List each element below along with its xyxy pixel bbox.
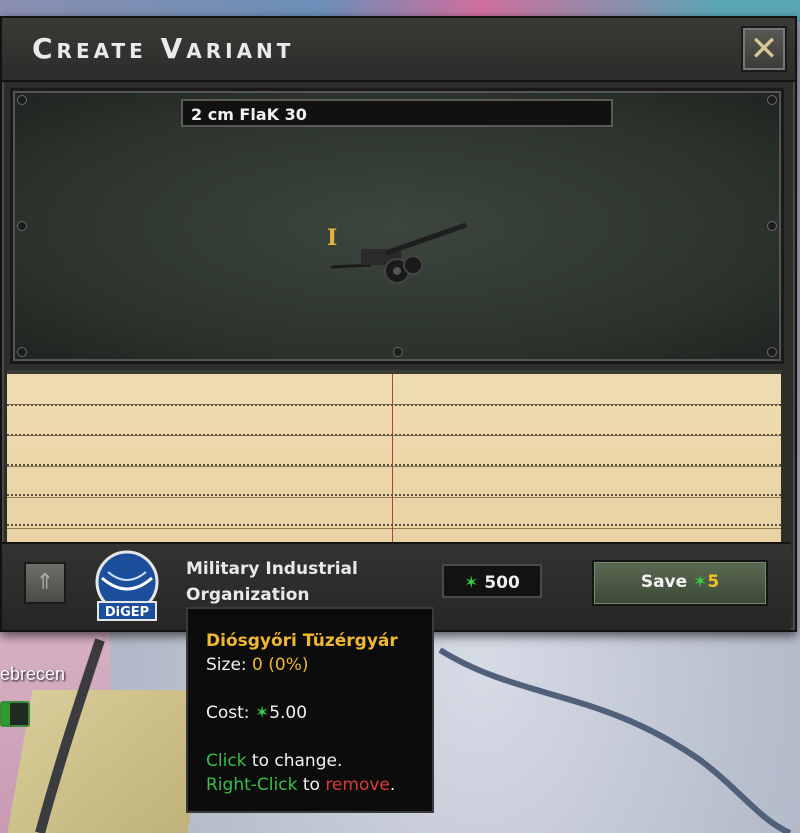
save-cost-value: 5 [707, 572, 720, 592]
logo-text: DiGEP [105, 605, 149, 620]
equipment-preview-panel: 2 cm FlaK 30 I [10, 88, 784, 364]
variant-name-input[interactable]: 2 cm FlaK 30 [181, 99, 613, 127]
save-button[interactable]: Save ✶5 [592, 560, 768, 606]
city-label[interactable]: ebrecen [0, 664, 65, 685]
close-icon: ✕ [749, 29, 779, 69]
paper-line [7, 524, 781, 526]
cost-label: Cost: [206, 703, 250, 723]
remove-word: remove [325, 775, 390, 795]
mio-logo[interactable]: DiGEP [90, 550, 164, 624]
production-cost-value: 500 [484, 573, 520, 593]
xp-star-icon: ✶ [254, 703, 270, 723]
click-rest: to change. [251, 751, 343, 771]
close-button[interactable]: ✕ [741, 26, 787, 72]
cost-value: 5.00 [269, 703, 308, 723]
paper-divider [392, 374, 393, 544]
bolt-icon [767, 95, 777, 105]
up-arrow-icon: ⇑ [35, 570, 55, 595]
tooltip-cost-row: Cost: ✶5.00 [206, 701, 414, 725]
titlebar: Create Variant ✕ [2, 18, 795, 82]
remove-dot: . [389, 775, 396, 795]
bolt-icon [17, 95, 27, 105]
tooltip-right-click-row: Right-Click to remove. [206, 773, 414, 797]
create-variant-window: Create Variant ✕ 2 cm FlaK 30 I ⇑ DiGEP … [0, 16, 797, 632]
bolt-icon [17, 221, 27, 231]
production-cost-box: ✶ 500 [442, 564, 542, 598]
bolt-icon [767, 221, 777, 231]
upgrade-button[interactable]: ⇑ [24, 562, 66, 604]
xp-star-icon: ✶ [464, 573, 479, 593]
tooltip-click-row: Click to change. [206, 749, 414, 773]
window-title: Create Variant [32, 32, 295, 65]
bolt-icon [393, 347, 403, 357]
click-word: Click [206, 751, 247, 771]
size-value: 0 [252, 655, 263, 675]
mio-label-line2: Organization [186, 585, 310, 605]
paper-line [7, 494, 781, 496]
paper-line [7, 464, 781, 466]
module-slots-paper [7, 370, 781, 544]
anti-air-gun-icon [331, 222, 467, 284]
bolt-icon [767, 347, 777, 357]
tooltip-title: Diósgyőri Tüzérgyár [206, 631, 398, 651]
xp-star-icon: ✶ [693, 572, 708, 592]
save-label: Save [640, 572, 688, 592]
city-unit-chip[interactable] [0, 701, 30, 727]
mio-label: Military Industrial Organization [186, 556, 406, 608]
mio-label-line1: Military Industrial [186, 559, 358, 579]
paper-line [7, 404, 781, 406]
paper-line [7, 434, 781, 436]
right-click-word: Right-Click [206, 775, 298, 795]
right-click-mid: to [302, 775, 320, 795]
tooltip-size-row: Size: 0 (0%) [206, 653, 414, 677]
bolt-icon [17, 347, 27, 357]
size-label: Size: [206, 655, 247, 675]
size-percent: (0%) [268, 655, 309, 675]
mio-tooltip: Diósgyőri Tüzérgyár Size: 0 (0%) Cost: ✶… [186, 607, 434, 813]
